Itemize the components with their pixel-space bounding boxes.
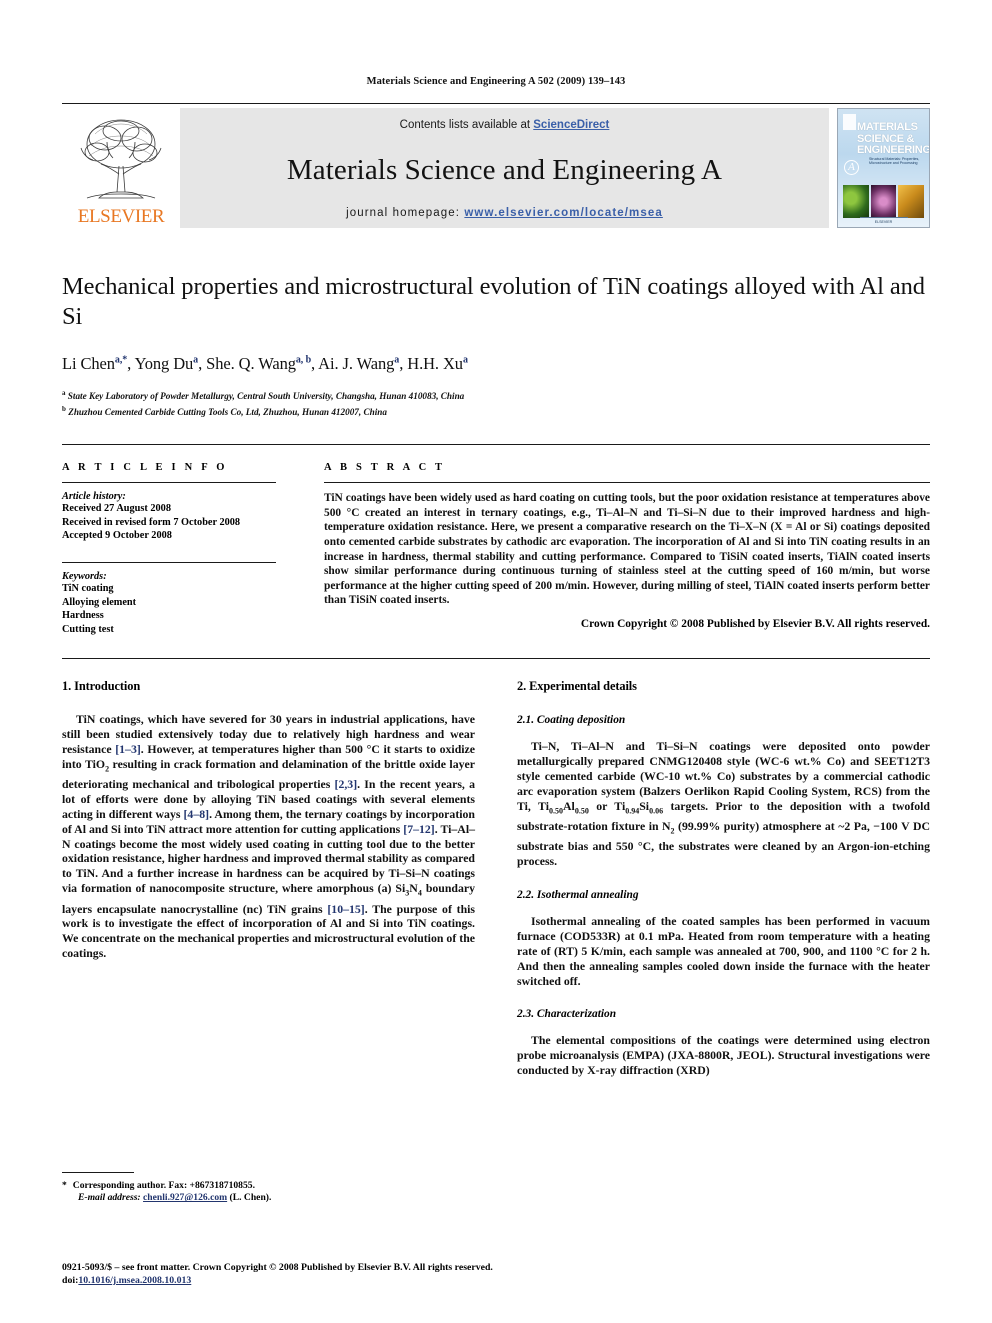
doi-label: doi:: [62, 1275, 79, 1286]
cover-title-line3: ENGINEERING: [857, 144, 930, 156]
cover-footer: ELSEVIER: [838, 217, 929, 224]
author-affil-marker: a,*: [114, 354, 128, 366]
heading-introduction: 1. Introduction: [62, 678, 141, 693]
author-affil-marker: a: [394, 354, 400, 366]
article-info-rule: [62, 482, 276, 484]
article-history-received: Received 27 August 2008: [62, 503, 171, 515]
affiliation-b: b Zhuzhou Cemented Carbide Cutting Tools…: [62, 403, 930, 419]
footnote-corresponding: * Corresponding author. Fax: +86731871085…: [62, 1180, 458, 1193]
footnote-email-suffix: (L. Chen).: [229, 1192, 272, 1204]
running-head: Materials Science and Engineering A 502 …: [366, 76, 626, 87]
journal-homepage-link[interactable]: www.elsevier.com/locate/msea: [464, 207, 663, 219]
title-block: Mechanical properties and microstructura…: [62, 272, 930, 418]
footnote-email-label: E-mail address:: [78, 1192, 141, 1204]
keywords-label: Keywords:: [62, 571, 107, 583]
citation-ref[interactable]: [10–15]: [327, 902, 364, 916]
abstract-heading: A B S T R A C T: [324, 462, 446, 474]
abstract-copyright: Crown Copyright © 2008 Published by Else…: [580, 617, 930, 630]
cover-micrograph-2: [870, 185, 897, 218]
heading-isothermal-annealing: 2.2. Isothermal annealing: [517, 888, 639, 901]
affiliation-a-text: State Key Laboratory of Powder Metallurg…: [67, 391, 465, 402]
footnote-email-line: E-mail address: chenli.927@126.com (L. C…: [62, 1192, 458, 1205]
heading-experimental: 2. Experimental details: [517, 678, 637, 693]
abstract-text: TiN coatings have been widely used as ha…: [324, 492, 930, 607]
bottom-copyright-line: 0921-5093/$ – see front matter. Crown Co…: [62, 1262, 493, 1273]
homepage-label: journal homepage:: [346, 207, 461, 219]
affil-marker-b: b: [62, 404, 66, 413]
author-affil-marker: a, b: [295, 354, 312, 366]
citation-ref[interactable]: [2,3]: [335, 777, 358, 791]
body-columns: 1. Introduction TiN coatings, which have…: [62, 657, 930, 1078]
cover-micrograph-1: [843, 185, 869, 218]
sciencedirect-line: Contents lists available at ScienceDirec…: [400, 119, 610, 131]
article-info-heading: A R T I C L E I N F O: [62, 462, 228, 474]
info-abstract-row: A R T I C L E I N F O Article history: R…: [62, 444, 930, 636]
corresponding-author-footnote: * Corresponding author. Fax: +86731871085…: [62, 1171, 458, 1205]
sciencedirect-link[interactable]: ScienceDirect: [533, 119, 609, 131]
journal-cover-thumbnail: MATERIALS SCIENCE & ENGINEERING A Struct…: [837, 108, 930, 228]
doi-link[interactable]: 10.1016/j.msea.2008.10.013: [78, 1275, 191, 1286]
citation-ref[interactable]: [4–8]: [184, 807, 210, 821]
left-column: 1. Introduction TiN coatings, which have…: [62, 679, 475, 1078]
heading-coating-deposition: 2.1. Coating deposition: [517, 713, 626, 726]
article-history-label: Article history:: [62, 491, 126, 503]
author-affil-marker: a: [193, 354, 199, 366]
elsevier-wordmark: ELSEVIER: [77, 206, 165, 227]
article-info-column: A R T I C L E I N F O Article history: R…: [62, 462, 300, 636]
characterization-paragraph: The elemental compositions of the coatin…: [517, 1033, 930, 1078]
cover-footer-text: ELSEVIER: [874, 220, 893, 224]
citation-ref[interactable]: [7–12]: [403, 822, 434, 836]
cover-micrograph-3: [898, 185, 925, 218]
keywords-rule: [62, 562, 276, 564]
heading-characterization: 2.3. Characterization: [517, 1008, 617, 1021]
journal-banner: ELSEVIER Contents lists available at Sci…: [62, 103, 930, 228]
keyword-item: Hardness: [62, 610, 104, 622]
cover-title-line1: MATERIALS: [857, 121, 918, 133]
cover-elsevier-mark-icon: [843, 114, 856, 130]
affil-marker-a: a: [62, 389, 66, 397]
page-title: Mechanical properties and microstructura…: [62, 273, 925, 330]
author-affil-marker: a: [462, 354, 468, 366]
coating-deposition-paragraph: Ti–N, Ti–Al–N and Ti–Si–N coatings were …: [517, 738, 931, 869]
footnote-email-link[interactable]: chenli.927@126.com: [143, 1192, 227, 1203]
keywords-block: Keywords: TiN coating Alloying element H…: [62, 562, 276, 636]
doi-line: doi:10.1016/j.msea.2008.10.013: [62, 1274, 493, 1287]
journal-title: Materials Science and Engineering A: [286, 153, 723, 186]
introduction-paragraph: TiN coatings, which have severed for 30 …: [62, 711, 476, 961]
footnote-star: *: [62, 1179, 67, 1191]
bottom-copyright-block: 0921-5093/$ – see front matter. Crown Co…: [62, 1261, 493, 1287]
journal-homepage-line: journal homepage: www.elsevier.com/locat…: [346, 207, 663, 219]
keyword-item: TiN coating: [62, 583, 114, 595]
abstract-rule: [324, 482, 930, 484]
footnote-corresponding-text: Corresponding author. Fax: +867318710855…: [72, 1179, 255, 1191]
affiliation-a: a State Key Laboratory of Powder Metallu…: [62, 387, 930, 403]
keyword-item: Alloying element: [62, 596, 137, 608]
cover-micrograph-strip: [843, 185, 925, 218]
abstract-column: A B S T R A C T TiN coatings have been w…: [300, 462, 930, 636]
banner-center: Contents lists available at ScienceDirec…: [180, 108, 829, 228]
paper-page: Materials Science and Engineering A 502 …: [0, 0, 992, 1323]
footnote-rule: [62, 1171, 134, 1173]
isothermal-annealing-paragraph: Isothermal annealing of the coated sampl…: [517, 913, 930, 988]
affiliation-b-text: Zhuzhou Cemented Carbide Cutting Tools C…: [68, 406, 387, 417]
contents-prefix: Contents lists available at: [399, 119, 534, 131]
article-history-revised: Received in revised form 7 October 2008: [62, 516, 241, 528]
citation-ref[interactable]: [1–3]: [115, 742, 141, 756]
author-list: Li Chena,*, Yong Dua, She. Q. Wanga, b, …: [62, 354, 468, 373]
right-column: 2. Experimental details 2.1. Coating dep…: [517, 679, 930, 1078]
keyword-item: Cutting test: [62, 623, 114, 635]
elsevier-logo: ELSEVIER: [62, 108, 180, 228]
elsevier-tree-icon: [80, 119, 162, 199]
article-history-accepted: Accepted 9 October 2008: [62, 529, 172, 541]
cover-series-letter: A: [844, 160, 859, 175]
